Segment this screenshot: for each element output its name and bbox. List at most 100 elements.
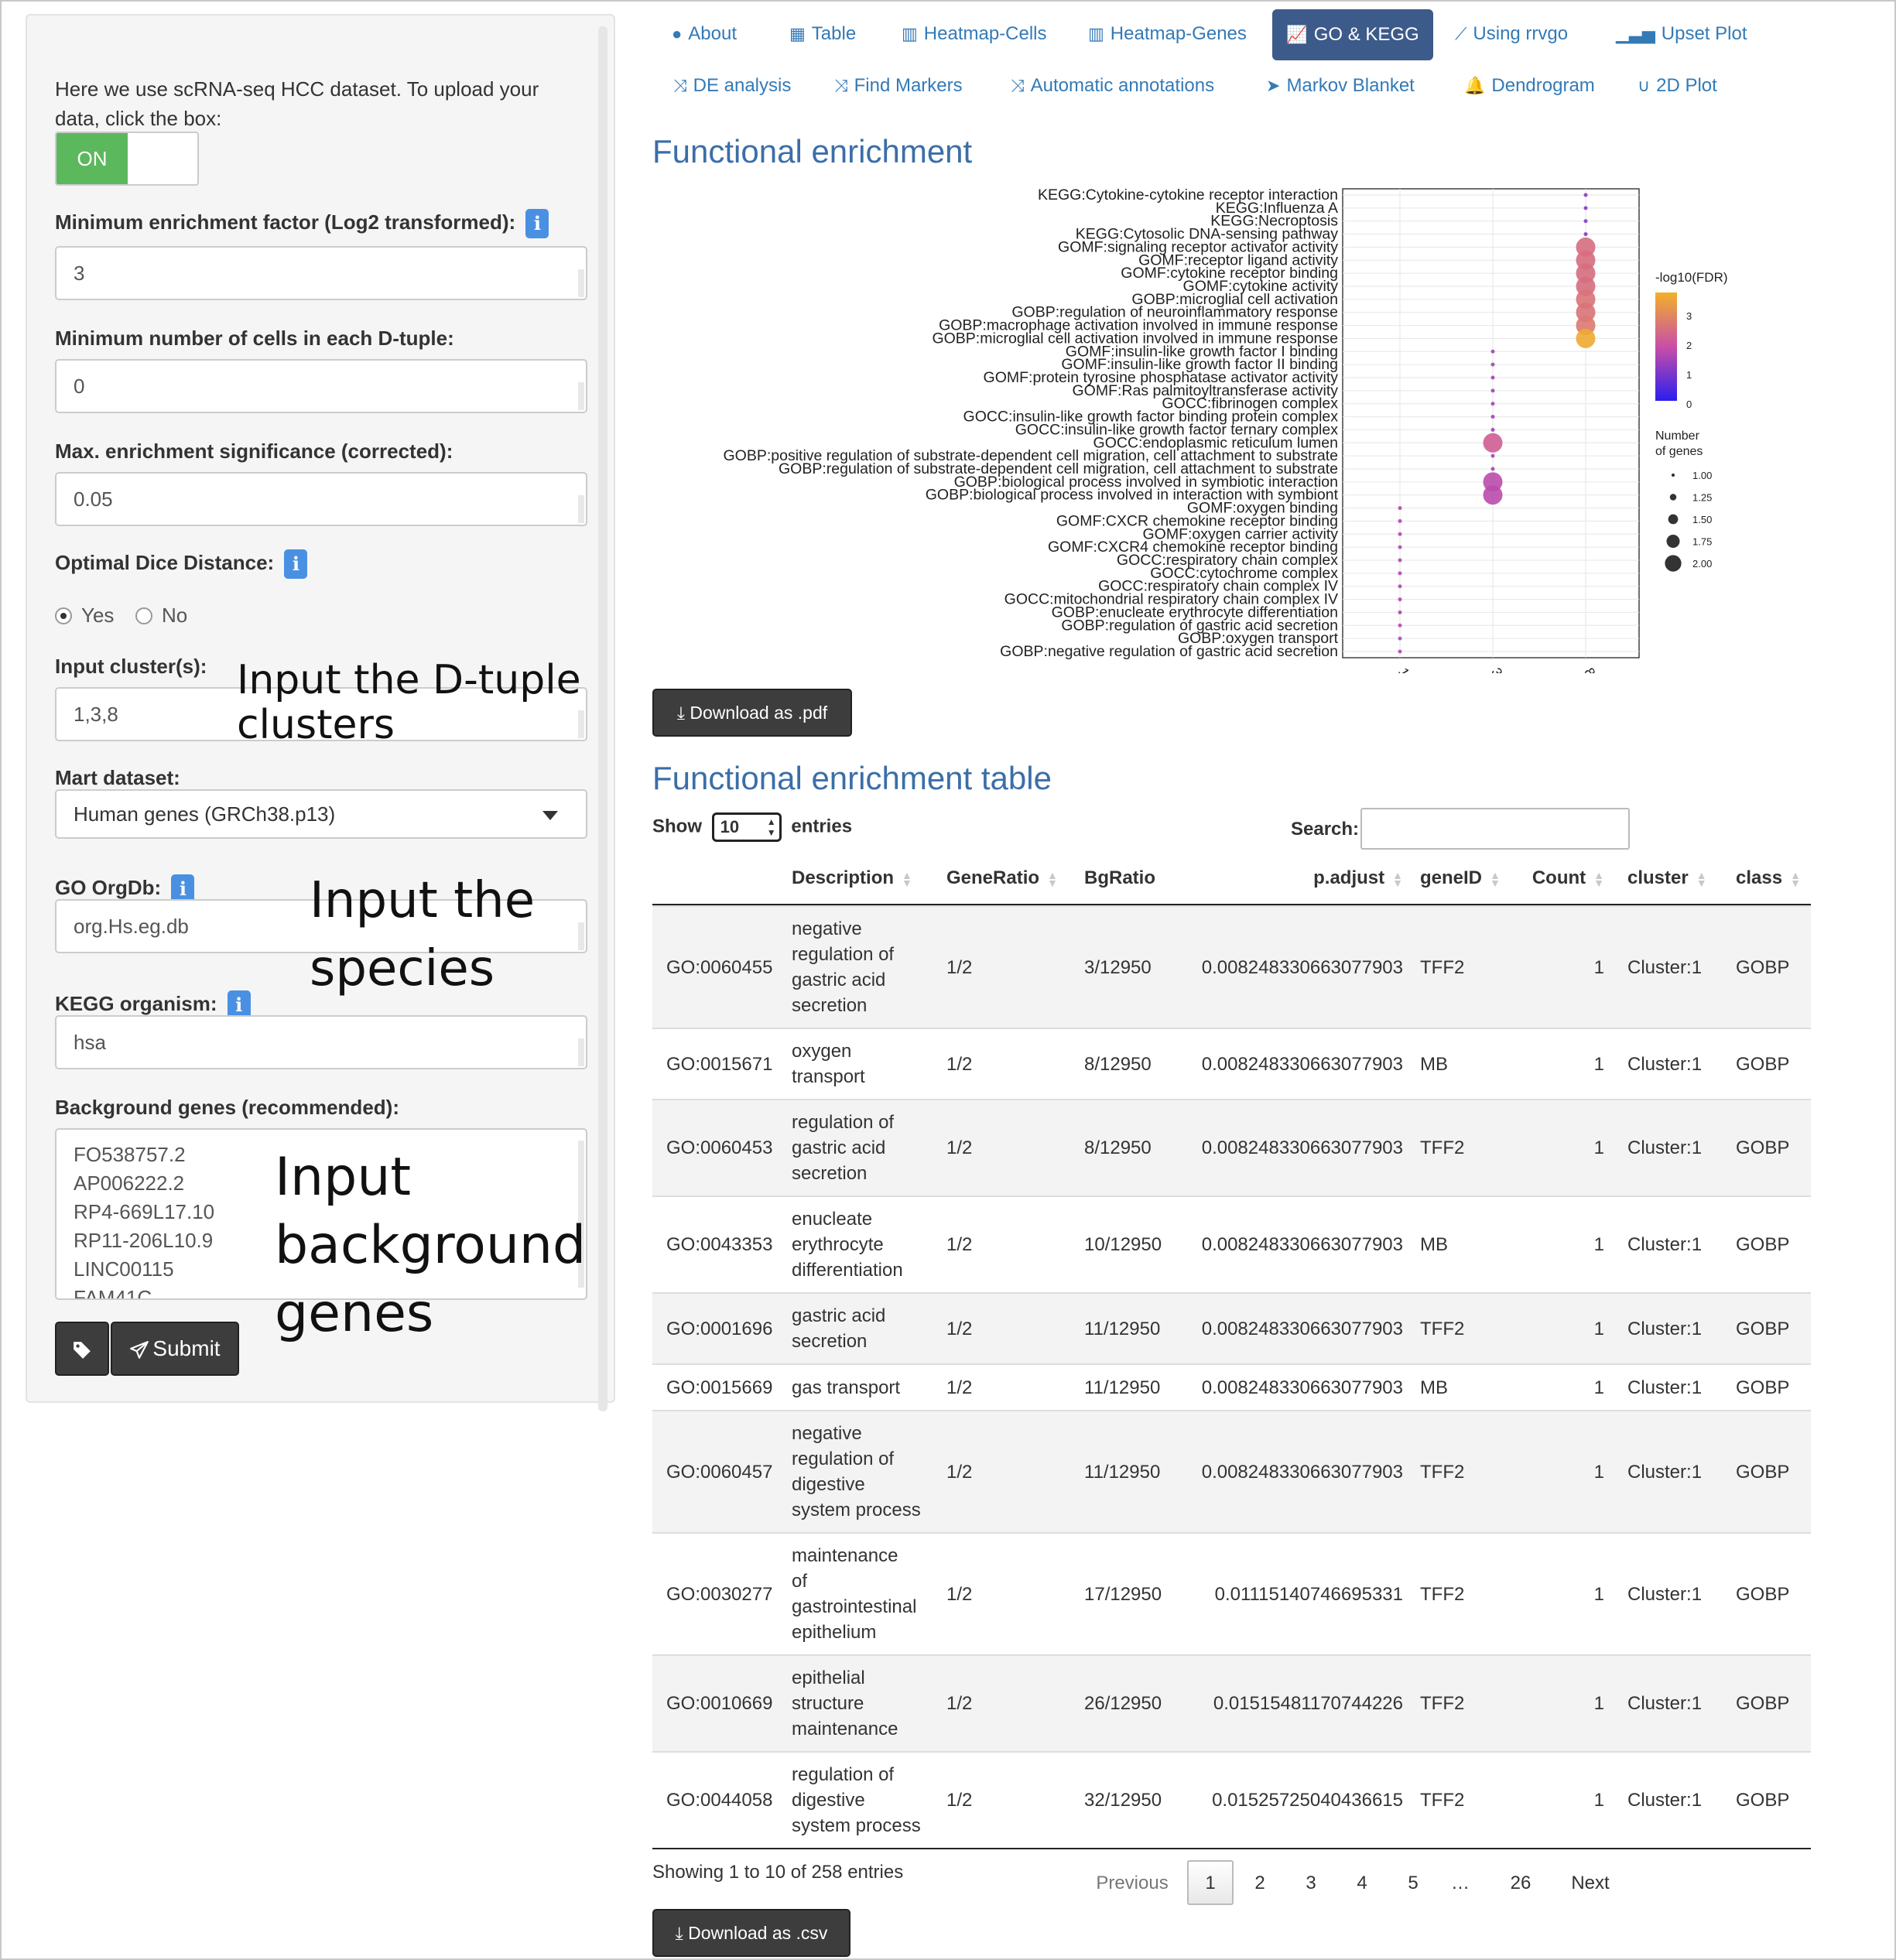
tab-dendrogram[interactable]: 🔔 Dendrogram — [1464, 75, 1595, 97]
data-point — [1583, 193, 1588, 197]
mart-dataset-label: Mart dataset: — [55, 766, 180, 789]
column-header[interactable]: Description ▲ ▼ — [792, 851, 939, 905]
cell-value: 0.01515481170744226 — [1213, 1693, 1403, 1714]
dice-radio-no[interactable]: No — [135, 604, 187, 628]
table-row[interactable]: GO:0010669 epithelial structure maintenance… — [652, 1654, 1811, 1751]
search-input[interactable] — [1360, 808, 1630, 850]
pagination-page[interactable]: 4 — [1340, 1862, 1384, 1905]
table-cell: GO:0060457 — [666, 1411, 782, 1532]
table-row[interactable]: GO:0060453 regulation of gastric acid secre… — [652, 1099, 1811, 1195]
table-cell: 1/2 — [946, 1197, 1070, 1292]
cell-value: 1/2 — [946, 1234, 973, 1255]
tab-de-analysis[interactable]: ⤨ DE analysis — [673, 75, 791, 97]
info-icon[interactable]: i — [284, 549, 308, 579]
download-pdf-button[interactable]: ⤓ Download as .pdf — [652, 689, 852, 737]
description-line: secretion — [792, 1331, 868, 1352]
mart-dataset-select[interactable]: Human genes (GRCh38.p13) — [55, 789, 587, 839]
description-line: regulation of — [792, 1764, 895, 1785]
cell-value: TFF2 — [1420, 1693, 1465, 1714]
data-point — [1398, 610, 1402, 614]
column-header[interactable]: class ▲ ▼ — [1736, 851, 1805, 905]
column-header[interactable]: Count ▲ ▼ — [1527, 851, 1604, 905]
table-row[interactable]: GO:0060457 negative regulation of digestive… — [652, 1410, 1811, 1532]
tab-table[interactable]: ▦ Table — [789, 23, 856, 45]
table-row[interactable]: GO:0015669 gas transport 1/2 11/12950 0.0082… — [652, 1363, 1811, 1410]
tag-button[interactable] — [55, 1322, 109, 1376]
tab-2d-plot[interactable]: ∪ 2D Plot — [1638, 75, 1717, 97]
shuffle-icon: ⤨ — [834, 76, 848, 95]
table-cell: 1 — [1527, 1365, 1604, 1410]
min-enrichment-input[interactable]: 3 — [55, 246, 587, 300]
max-significance-label: Max. enrichment significance (corrected)… — [55, 440, 453, 463]
table-row[interactable]: GO:0015671 oxygen transport 1/2 8/12950 0.008… — [652, 1028, 1811, 1099]
table-row[interactable]: GO:0001696 gastric acid secretion 1/2 11/129… — [652, 1292, 1811, 1363]
tab-using-rrvgo[interactable]: ⟋ Using rrvgo — [1455, 23, 1568, 45]
submit-button[interactable]: Submit — [111, 1322, 239, 1376]
cell-value: MB — [1420, 1234, 1448, 1255]
dice-radio-yes[interactable]: Yes — [55, 604, 114, 628]
color-legend-title: -log10(FDR) — [1655, 270, 1728, 285]
table-cell: GO:0030277 — [666, 1534, 782, 1654]
tab-upset-plot[interactable]: ▁▃▅ Upset Plot — [1616, 23, 1747, 45]
description-line: enucleate — [792, 1209, 873, 1230]
tab-go-kegg[interactable]: 📈 GO & KEGG — [1272, 9, 1433, 60]
pagination-previous[interactable]: Previous — [1090, 1862, 1175, 1905]
column-header[interactable]: BgRatio▲▼ — [1084, 851, 1169, 942]
pagination-page[interactable]: 3 — [1289, 1862, 1333, 1905]
radio-selected-icon — [55, 607, 72, 624]
cell-value: 11/12950 — [1084, 1318, 1161, 1339]
table-cell: Cluster:1 — [1627, 1294, 1728, 1363]
pagination-next[interactable]: Next — [1557, 1862, 1624, 1905]
kegg-organism-input[interactable]: hsa — [55, 1015, 587, 1069]
x-tick-label: 3 — [1488, 665, 1505, 673]
sort-icon: ▲▼ — [1490, 868, 1501, 889]
pagination-page[interactable]: 1 — [1187, 1860, 1234, 1905]
min-enrichment-value: 3 — [74, 262, 85, 285]
cell-value: GO:0060455 — [666, 956, 773, 978]
cell-value: 0.008248330663077903 — [1201, 1461, 1403, 1483]
table-row[interactable]: GO:0060455 negative regulation of gastric a… — [652, 905, 1811, 1028]
tab-find-markers[interactable]: ⤨ Find Markers — [834, 75, 963, 97]
cell-value: 17/12950 — [1084, 1583, 1162, 1605]
table-cell: enucleate erythrocyte differentiation — [792, 1197, 939, 1292]
input-clusters-value: 1,3,8 — [74, 703, 118, 726]
annotation-background: Input background genes — [275, 1144, 586, 1348]
tab-automatic-annotations[interactable]: ⤨ Automatic annotations — [1011, 75, 1214, 97]
download-csv-button[interactable]: ⤓ Download as .csv — [652, 1909, 850, 1957]
description-line: regulation of — [792, 1449, 895, 1469]
column-header[interactable]: p.adjust ▲ ▼ — [1171, 851, 1403, 905]
sidebar-scrollbar[interactable] — [598, 26, 607, 1411]
table-cell: GOBP — [1736, 1029, 1805, 1099]
tab-about[interactable]: ● About — [672, 23, 737, 45]
tab-label: Dendrogram — [1491, 75, 1595, 96]
table-info: Showing 1 to 10 of 258 entries — [652, 1862, 904, 1883]
tab-heatmap-genes[interactable]: ▥ Heatmap-Genes — [1088, 23, 1247, 45]
pagination-page[interactable]: 26 — [1497, 1862, 1544, 1905]
data-point — [1398, 584, 1402, 589]
table-cell: GO:0044058 — [666, 1753, 782, 1848]
info-icon[interactable]: i — [525, 209, 549, 238]
table-cell: Cluster:1 — [1627, 1365, 1728, 1410]
tab-markov-blanket[interactable]: ➤ Markov Blanket — [1266, 75, 1415, 97]
data-point — [1398, 649, 1402, 654]
column-header[interactable]: geneID ▲ ▼ — [1420, 851, 1521, 905]
pagination-page[interactable]: 5 — [1391, 1862, 1435, 1905]
table-row[interactable]: GO:0044058 regulation of digestive system p… — [652, 1751, 1811, 1848]
min-cells-input[interactable]: 0 — [55, 359, 587, 413]
column-header[interactable]: GeneRatio ▲ ▼ — [946, 851, 1070, 905]
table-row[interactable]: GO:0043353 enucleate erythrocyte differenti… — [652, 1195, 1811, 1292]
size-legend-title: Number — [1655, 429, 1700, 443]
table-cell: GO:0043353 — [666, 1197, 782, 1292]
upload-toggle[interactable]: ON — [55, 132, 199, 186]
sort-icon: ▲▼ — [1047, 868, 1058, 889]
entries-select[interactable]: 10 ▲ ▼ — [711, 812, 782, 842]
table-cell: 0.01115140746695331 — [1171, 1534, 1403, 1654]
column-header[interactable]: cluster ▲ ▼ — [1627, 851, 1728, 905]
paper-plane-icon — [130, 1340, 149, 1359]
pagination-page[interactable]: 2 — [1238, 1862, 1282, 1905]
tab-heatmap-cells[interactable]: ▥ Heatmap-Cells — [902, 23, 1047, 45]
max-significance-input[interactable]: 0.05 — [55, 472, 587, 526]
table-row[interactable]: GO:0030277 maintenance of gastrointestinal e… — [652, 1532, 1811, 1654]
entries-control: Show 10 ▲ ▼ entries — [652, 812, 852, 842]
table-cell: GO:0001696 — [666, 1294, 782, 1363]
